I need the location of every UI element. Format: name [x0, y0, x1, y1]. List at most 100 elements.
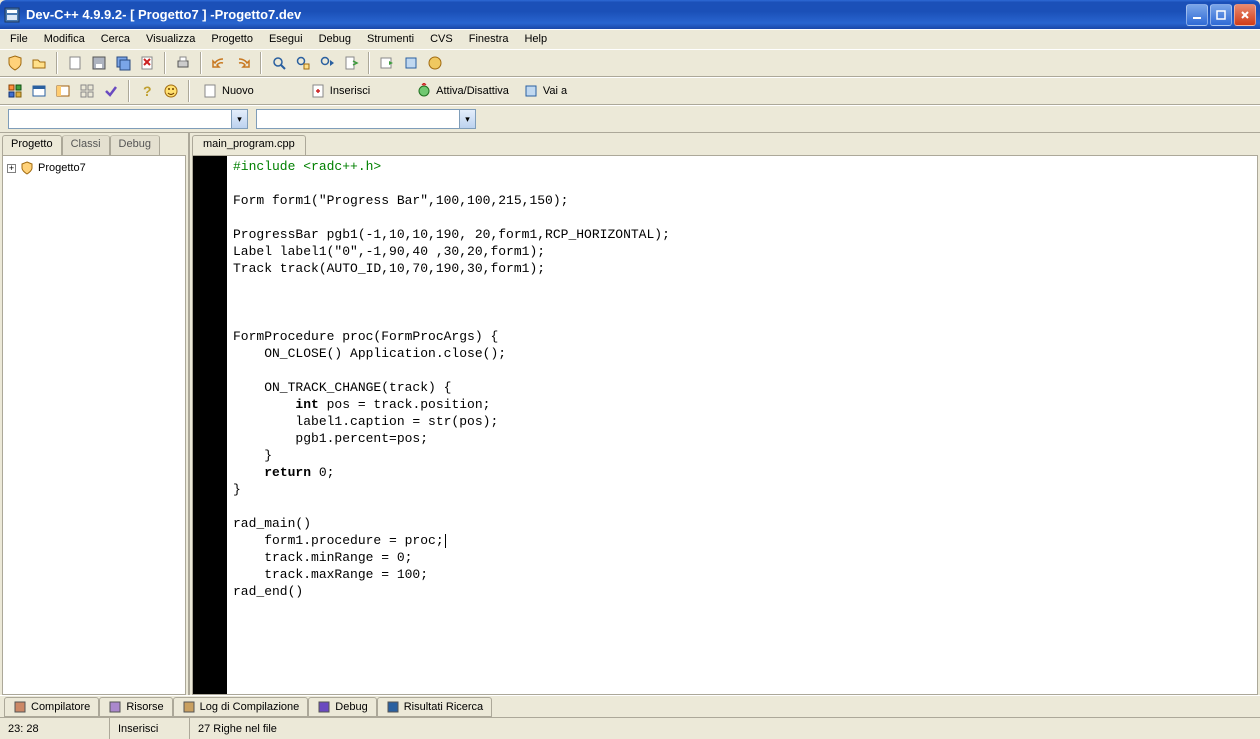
title-file: Progetto7.dev: [215, 7, 302, 22]
side-tab-debug[interactable]: Debug: [110, 135, 160, 155]
editor-area: main_program.cpp #include <radc++.h> For…: [190, 133, 1260, 695]
nuovo-label: Nuovo: [222, 85, 254, 97]
undo-icon[interactable]: [208, 52, 230, 74]
side-panel-tabs: ProgettoClassiDebug: [0, 133, 188, 155]
project-tree[interactable]: + Progetto7: [2, 155, 186, 695]
menu-modifica[interactable]: Modifica: [36, 31, 93, 47]
new-file-icon: [202, 83, 218, 99]
chevron-down-icon: ▾: [231, 110, 247, 128]
project-icon: [20, 161, 34, 175]
output-tab-debug[interactable]: Debug: [308, 697, 376, 717]
tiles-icon[interactable]: [76, 80, 98, 102]
minimize-button[interactable]: [1186, 4, 1208, 26]
window-icon[interactable]: [28, 80, 50, 102]
replace-icon[interactable]: [292, 52, 314, 74]
menu-progetto[interactable]: Progetto: [203, 31, 261, 47]
function-combo[interactable]: ▾: [256, 109, 476, 129]
about-icon[interactable]: [160, 80, 182, 102]
output-tab-risultati-ricerca[interactable]: Risultati Ricerca: [377, 697, 492, 717]
title-app: Dev-C++ 4.9.9.2: [26, 7, 122, 22]
tab-icon: [317, 700, 331, 714]
title-project: - [ Progetto7 ] -: [122, 7, 214, 22]
tree-root-item[interactable]: + Progetto7: [7, 160, 181, 176]
code-content[interactable]: #include <radc++.h> Form form1("Progress…: [227, 156, 1257, 694]
menu-esegui[interactable]: Esegui: [261, 31, 311, 47]
editor-tab-label: main_program.cpp: [203, 138, 295, 150]
tab-label: Debug: [335, 701, 367, 713]
panel-icon[interactable]: [52, 80, 74, 102]
menu-debug[interactable]: Debug: [311, 31, 359, 47]
separator: [200, 52, 202, 74]
goto-icon: [523, 83, 539, 99]
toolbar-main: [0, 49, 1260, 77]
find-next-icon[interactable]: [316, 52, 338, 74]
separator: [164, 52, 166, 74]
print-icon[interactable]: [172, 52, 194, 74]
open-icon[interactable]: [28, 52, 50, 74]
find-icon[interactable]: [268, 52, 290, 74]
tab-label: Log di Compilazione: [200, 701, 300, 713]
editor-tabs: main_program.cpp: [190, 133, 1260, 155]
tab-icon: [386, 700, 400, 714]
goto-line-icon[interactable]: [340, 52, 362, 74]
save-all-icon[interactable]: [112, 52, 134, 74]
toolbar-secondary: ? Nuovo Inserisci Attiva/Disattiva Vai a: [0, 77, 1260, 105]
status-bar: 23: 28 Inserisci 27 Righe nel file: [0, 717, 1260, 739]
side-tab-progetto[interactable]: Progetto: [2, 135, 62, 155]
output-tab-risorse[interactable]: Risorse: [99, 697, 172, 717]
vaia-label: Vai a: [543, 85, 567, 97]
tab-icon: [182, 700, 196, 714]
code-editor[interactable]: #include <radc++.h> Form form1("Progress…: [192, 155, 1258, 695]
separator: [56, 52, 58, 74]
separator: [260, 52, 262, 74]
side-tab-classi[interactable]: Classi: [62, 135, 110, 155]
combo-bar: ▾ ▾: [0, 105, 1260, 133]
tab-icon: [108, 700, 122, 714]
menu-help[interactable]: Help: [516, 31, 555, 47]
inserisci-label: Inserisci: [330, 85, 370, 97]
svg-text:?: ?: [143, 83, 152, 99]
insert-icon: [310, 83, 326, 99]
menu-bar: FileModificaCercaVisualizzaProgettoEsegu…: [0, 29, 1260, 49]
output-tab-compilatore[interactable]: Compilatore: [4, 697, 99, 717]
output-tab-log-di-compilazione[interactable]: Log di Compilazione: [173, 697, 309, 717]
app-icon: [4, 7, 20, 23]
close-button[interactable]: [1234, 4, 1256, 26]
inserisci-button[interactable]: Inserisci: [304, 80, 376, 102]
nuovo-button[interactable]: Nuovo: [196, 80, 260, 102]
grid-icon[interactable]: [4, 80, 26, 102]
editor-tab[interactable]: main_program.cpp: [192, 135, 306, 155]
new-file-icon[interactable]: [64, 52, 86, 74]
attiva-button[interactable]: Attiva/Disattiva: [410, 80, 515, 102]
editor-gutter: [193, 156, 227, 694]
class-combo[interactable]: ▾: [8, 109, 248, 129]
tree-root-label: Progetto7: [38, 162, 86, 174]
attiva-label: Attiva/Disattiva: [436, 85, 509, 97]
separator: [368, 52, 370, 74]
compile-run-icon[interactable]: [424, 52, 446, 74]
close-file-icon[interactable]: [136, 52, 158, 74]
separator: [188, 80, 190, 102]
tab-label: Risorse: [126, 701, 163, 713]
tab-icon: [13, 700, 27, 714]
maximize-button[interactable]: [1210, 4, 1232, 26]
menu-cvs[interactable]: CVS: [422, 31, 461, 47]
run-icon[interactable]: [400, 52, 422, 74]
menu-cerca[interactable]: Cerca: [93, 31, 138, 47]
shield-icon[interactable]: [4, 52, 26, 74]
menu-visualizza[interactable]: Visualizza: [138, 31, 203, 47]
menu-finestra[interactable]: Finestra: [461, 31, 517, 47]
menu-file[interactable]: File: [2, 31, 36, 47]
chevron-down-icon: ▾: [459, 110, 475, 128]
separator: [128, 80, 130, 102]
menu-strumenti[interactable]: Strumenti: [359, 31, 422, 47]
save-icon[interactable]: [88, 52, 110, 74]
vaia-button[interactable]: Vai a: [517, 80, 573, 102]
compile-icon[interactable]: [376, 52, 398, 74]
output-tabs: Compilatore Risorse Log di Compilazione Deb…: [0, 695, 1260, 717]
tree-expand-icon[interactable]: +: [7, 164, 16, 173]
redo-icon[interactable]: [232, 52, 254, 74]
help-icon[interactable]: ?: [136, 80, 158, 102]
check-icon[interactable]: [100, 80, 122, 102]
toggle-icon: [416, 83, 432, 99]
